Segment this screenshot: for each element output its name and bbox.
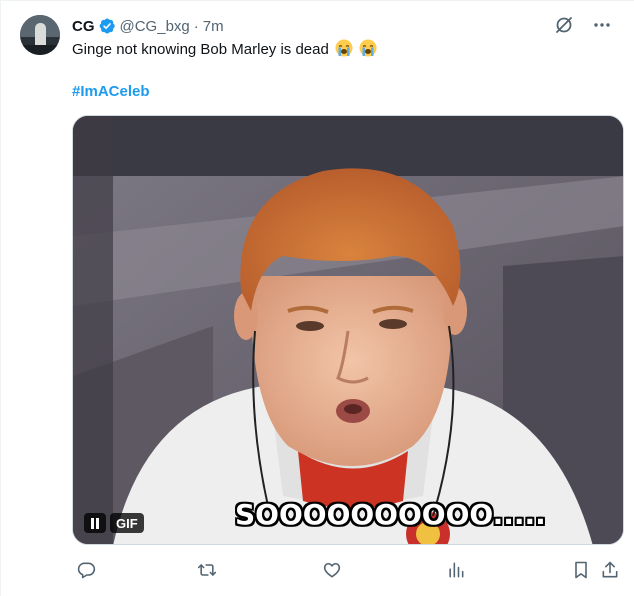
gif-label: GIF bbox=[110, 513, 144, 533]
grok-icon[interactable] bbox=[554, 15, 574, 35]
verified-badge-icon bbox=[98, 17, 116, 35]
pause-icon[interactable] bbox=[84, 513, 106, 533]
action-bar bbox=[72, 559, 624, 583]
tweet-top-actions bbox=[554, 15, 612, 35]
bookmark-icon[interactable] bbox=[570, 559, 592, 581]
gif-frame-image bbox=[73, 116, 623, 544]
tweet-header: CG @CG_bxg · 7m bbox=[72, 16, 224, 36]
loudly-crying-face-icon bbox=[359, 39, 377, 57]
like-icon[interactable] bbox=[321, 559, 343, 581]
display-name[interactable]: CG bbox=[72, 18, 95, 35]
gif-caption: SOOOOOOOOOO..... bbox=[235, 498, 546, 531]
handle[interactable]: @CG_bxg bbox=[120, 18, 190, 35]
gif-badge: GIF bbox=[84, 513, 144, 533]
timestamp[interactable]: 7m bbox=[203, 18, 224, 35]
retweet-icon[interactable] bbox=[196, 559, 218, 581]
separator-dot: · bbox=[193, 17, 199, 35]
gif-media[interactable]: SOOOOOOOOOO..... GIF bbox=[72, 115, 624, 545]
views-icon[interactable] bbox=[445, 559, 467, 581]
tweet-text-content: Ginge not knowing Bob Marley is dead bbox=[72, 41, 329, 58]
more-icon[interactable] bbox=[592, 15, 612, 35]
share-icon[interactable] bbox=[599, 559, 621, 581]
loudly-crying-face-icon bbox=[335, 39, 353, 57]
avatar[interactable] bbox=[20, 15, 60, 55]
tweet-text: Ginge not knowing Bob Marley is dead bbox=[72, 39, 377, 60]
tweet-card[interactable]: CG @CG_bxg · 7m Ginge not knowing Bob Ma… bbox=[0, 0, 634, 596]
reply-icon[interactable] bbox=[75, 559, 97, 581]
hashtag-link[interactable]: #ImACeleb bbox=[72, 82, 150, 102]
